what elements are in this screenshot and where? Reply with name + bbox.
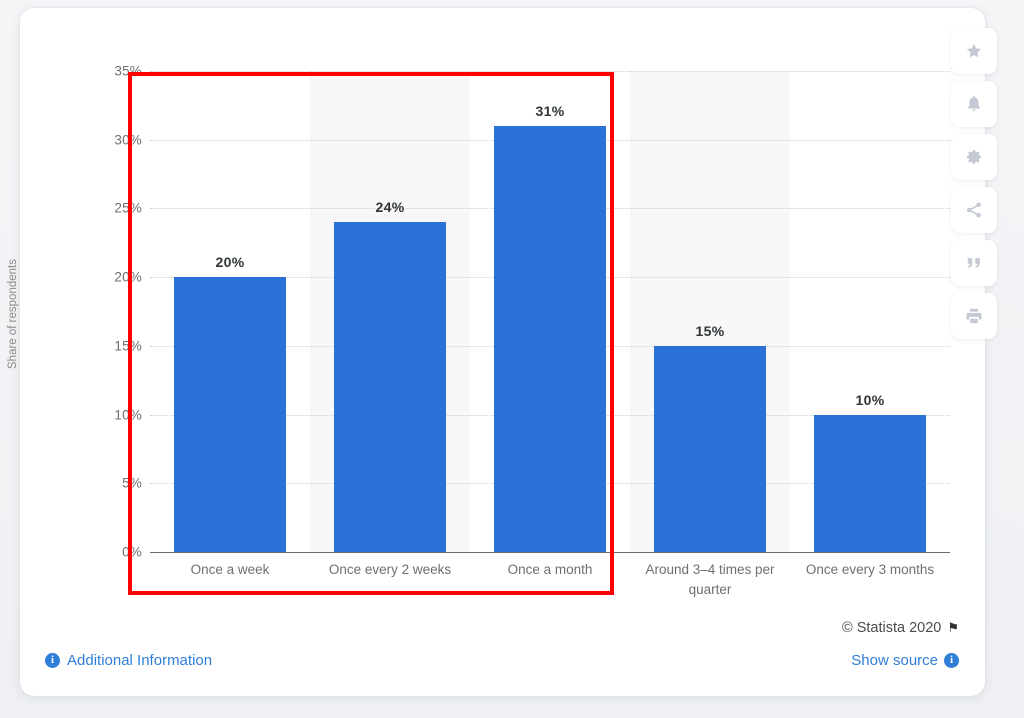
show-source-label: Show source — [851, 652, 938, 669]
info-icon: i — [944, 653, 959, 668]
bar-value-label: 24% — [375, 199, 405, 216]
print-icon — [964, 306, 984, 326]
bar[interactable] — [494, 125, 606, 552]
share-button[interactable] — [951, 187, 997, 233]
x-tick-label: Once a month — [507, 562, 593, 577]
favorite-button[interactable] — [951, 28, 997, 74]
bar-value-label: 10% — [855, 391, 885, 408]
x-tick-label: Once every 3 months — [805, 562, 935, 577]
bar-value-label: 31% — [535, 102, 565, 119]
bar[interactable] — [814, 414, 926, 552]
copyright: © Statista 2020 ⚑ — [842, 620, 959, 636]
bar-value-label: 20% — [215, 254, 245, 271]
y-tick-label: 20% — [114, 269, 142, 285]
y-tick-label: 15% — [114, 338, 142, 354]
gridline — [150, 71, 950, 72]
info-icon: i — [45, 653, 60, 668]
plot-area: 20% 24% 31% 15% 10% — [150, 71, 950, 552]
y-axis-ticks: 35% 30% 25% 20% 15% 10% 5% 0% — [90, 8, 142, 608]
gear-icon — [964, 147, 984, 167]
page-background: Share of respondents 35% 30% 25% 20% 15% 10% 5… — [0, 0, 1024, 718]
print-button[interactable] — [951, 293, 997, 339]
y-axis-label: Share of respondents — [7, 259, 19, 369]
y-tick-label: 10% — [114, 407, 142, 423]
x-tick-label: Once every 2 weeks — [328, 562, 452, 577]
additional-information-link[interactable]: i Additional Information — [45, 652, 212, 669]
y-tick-label: 30% — [114, 132, 142, 148]
bar-value-label: 15% — [695, 322, 725, 339]
flag-icon: ⚑ — [947, 620, 959, 635]
share-icon — [964, 200, 984, 220]
star-icon — [964, 41, 984, 61]
bar[interactable] — [334, 222, 446, 552]
x-axis-baseline — [150, 552, 950, 553]
notify-button[interactable] — [951, 81, 997, 127]
bar[interactable] — [174, 277, 286, 552]
additional-information-label: Additional Information — [67, 652, 213, 669]
cite-button[interactable] — [951, 240, 997, 286]
side-toolbar — [951, 28, 997, 346]
bell-icon — [964, 94, 984, 114]
y-tick-label: 35% — [114, 63, 142, 79]
statistic-card: Share of respondents 35% 30% 25% 20% 15% 10% 5… — [7, 8, 985, 696]
bar[interactable] — [654, 345, 766, 552]
settings-button[interactable] — [951, 134, 997, 180]
copyright-text: © Statista 2020 — [841, 620, 942, 636]
y-tick-label: 5% — [122, 475, 142, 491]
x-tick-label: Around 3–4 times per quarter — [645, 562, 775, 597]
card-footer: © Statista 2020 ⚑ i Additional Informati… — [20, 608, 985, 696]
y-tick-label: 0% — [122, 544, 142, 560]
show-source-link[interactable]: Show source i — [851, 652, 959, 669]
bar-chart: Share of respondents 35% 30% 25% 20% 15% 10% 5… — [7, 8, 985, 608]
y-tick-label: 25% — [114, 200, 142, 216]
x-tick-label: Once a week — [190, 562, 270, 577]
quote-icon — [964, 253, 984, 273]
